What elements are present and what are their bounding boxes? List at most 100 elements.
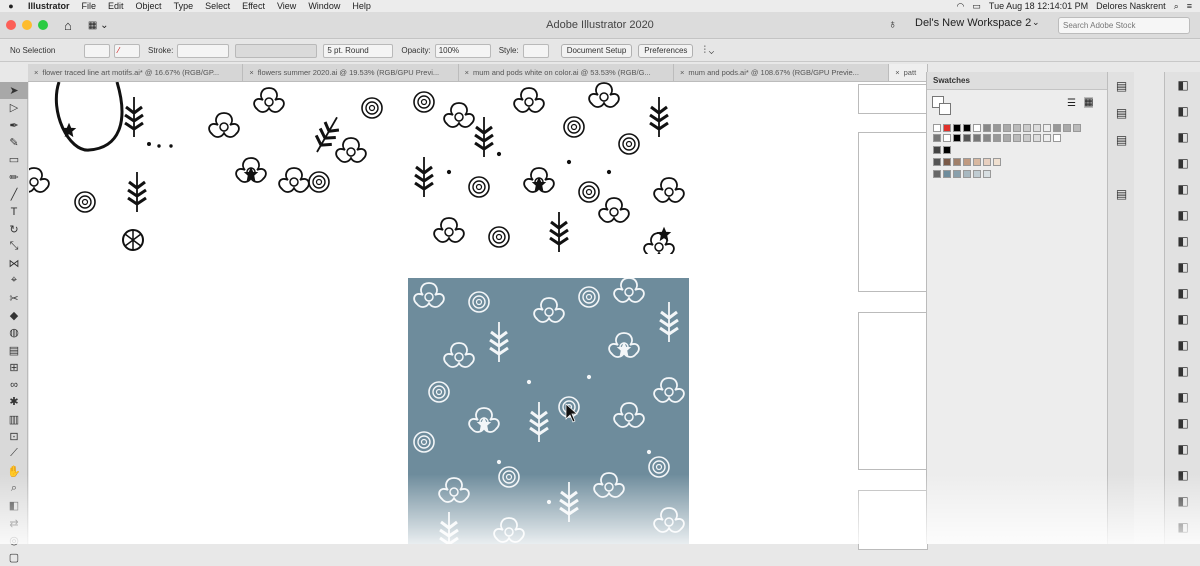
tab-flowers-summer[interactable]: ×flowers summer 2020.ai @ 19.53% (RGB/GP… (243, 64, 458, 81)
color-icon[interactable]: ◧ (1165, 202, 1200, 228)
import-icon[interactable]: ▤ (1108, 99, 1135, 126)
links-icon[interactable]: ◧ (1165, 410, 1200, 436)
swatch[interactable] (993, 134, 1001, 142)
minimize-window-button[interactable] (22, 20, 32, 30)
paragraph-icon[interactable]: ◧ (1165, 358, 1200, 384)
stroke-icon[interactable]: ◧ (1165, 514, 1200, 540)
swatch[interactable] (983, 170, 991, 178)
wifi-icon[interactable]: ◠ (957, 1, 965, 12)
symbols-icon[interactable]: ◧ (1165, 228, 1200, 254)
swatch[interactable] (1013, 124, 1021, 132)
swatch[interactable] (1053, 124, 1061, 132)
tab-mum-pods[interactable]: ×mum and pods.ai* @ 108.67% (RGB/GPU Pre… (674, 64, 889, 81)
paintbrush-tool-icon[interactable]: ╱ (0, 186, 28, 203)
fill-swatch[interactable] (84, 44, 110, 58)
swatch[interactable] (943, 170, 951, 178)
swatch[interactable] (963, 170, 971, 178)
swatch[interactable] (983, 158, 991, 166)
apple-icon[interactable]: ● (0, 1, 22, 11)
swatch[interactable] (973, 170, 981, 178)
swatch[interactable] (963, 158, 971, 166)
mesh-tool-icon[interactable]: ⊞ (0, 359, 28, 376)
screen-mode-icon[interactable]: ▢ (0, 549, 28, 566)
graphic-style-select[interactable] (523, 44, 549, 58)
character-icon[interactable]: ◧ (1165, 306, 1200, 332)
chevron-down-icon[interactable]: ⌄ (1032, 17, 1040, 28)
draw-mode-icon[interactable]: ◎ (0, 532, 28, 549)
swatch[interactable] (983, 134, 991, 142)
blend-tool-icon[interactable]: ∞ (0, 376, 28, 393)
tab-patt[interactable]: ×patt (889, 64, 928, 81)
swap-colors-icon[interactable]: ⇄ (0, 514, 28, 531)
transform-icon[interactable]: ◧ (1165, 384, 1200, 410)
swatch[interactable] (933, 158, 941, 166)
swatches-panel-title[interactable]: Swatches (927, 72, 1107, 90)
swatch[interactable] (1073, 124, 1081, 132)
menu-object[interactable]: Object (130, 1, 168, 11)
swatch-libraries-icon[interactable]: ▤ (1108, 72, 1135, 99)
rotate-tool-icon[interactable]: ↻ (0, 220, 28, 237)
swatch[interactable] (963, 124, 971, 132)
swatch[interactable] (993, 158, 1001, 166)
swatch[interactable] (933, 124, 941, 132)
brushes-icon[interactable]: ◧ (1165, 254, 1200, 280)
swatch[interactable] (953, 124, 961, 132)
layers-icon[interactable]: ▤ (1108, 126, 1135, 153)
pen-tool-icon[interactable]: ✒ (0, 117, 28, 134)
opentype-icon[interactable]: ◧ (1165, 332, 1200, 358)
properties-icon[interactable]: ◧ (1165, 124, 1200, 150)
width-tool-icon[interactable]: ⋈ (0, 255, 28, 272)
swatch[interactable] (933, 146, 941, 154)
tab-flower-traced[interactable]: ×flower traced line art motifs.ai* @ 16.… (28, 64, 243, 81)
close-icon[interactable]: × (249, 68, 253, 77)
swatch[interactable] (933, 134, 941, 142)
swatch[interactable] (1023, 134, 1031, 142)
swatch[interactable] (1013, 134, 1021, 142)
type-tool-icon[interactable]: T (0, 203, 28, 220)
swatch[interactable] (1003, 134, 1011, 142)
clock[interactable]: Tue Aug 18 12:14:01 PM (989, 1, 1088, 11)
menu-effect[interactable]: Effect (236, 1, 271, 11)
align-icon[interactable]: ◧ (1165, 436, 1200, 462)
menu-window[interactable]: Window (302, 1, 346, 11)
selection-tool-icon[interactable]: ➤ (0, 82, 28, 99)
swatch[interactable] (953, 134, 961, 142)
swatch[interactable] (943, 134, 951, 142)
menu-edit[interactable]: Edit (102, 1, 130, 11)
control-center-icon[interactable]: ≡ (1187, 1, 1192, 11)
pathfinder-icon[interactable]: ◧ (1165, 488, 1200, 514)
swatch[interactable] (973, 158, 981, 166)
direct-selection-tool-icon[interactable]: ▷ (0, 99, 28, 116)
fill-stroke-icon[interactable]: ◧ (0, 497, 28, 514)
layers-icon[interactable]: ◧ (1165, 72, 1200, 98)
actions-icon[interactable]: ◧ (1165, 150, 1200, 176)
close-icon[interactable]: × (465, 68, 469, 77)
swatch[interactable] (943, 146, 951, 154)
variable-width-profile[interactable] (235, 44, 317, 58)
swatch[interactable] (1043, 124, 1051, 132)
swatch[interactable] (1053, 134, 1061, 142)
menu-select[interactable]: Select (199, 1, 236, 11)
spotlight-icon[interactable]: ⌕ (1174, 1, 1179, 12)
swatch[interactable] (1033, 134, 1041, 142)
menu-type[interactable]: Type (168, 1, 200, 11)
eraser-tool-icon[interactable]: ◆ (0, 307, 28, 324)
swatch[interactable] (993, 124, 1001, 132)
close-icon[interactable]: × (895, 68, 899, 77)
zoom-tool-icon[interactable]: ⌕ (0, 480, 28, 497)
document-setup-button[interactable]: Document Setup (561, 44, 633, 58)
brush-definition-select[interactable]: 5 pt. Round (323, 44, 393, 58)
artboards-icon[interactable]: ▤ (1108, 180, 1135, 207)
swatch[interactable] (933, 170, 941, 178)
swatch[interactable] (973, 134, 981, 142)
close-icon[interactable]: × (34, 68, 38, 77)
menu-view[interactable]: View (271, 1, 302, 11)
menu-help[interactable]: Help (346, 1, 377, 11)
scale-tool-icon[interactable]: ⤡ (0, 238, 28, 255)
arrange-documents-icon[interactable]: ▦ ⌄ (88, 20, 109, 31)
eyedropper-tool-icon[interactable]: ⌖ (0, 272, 28, 289)
list-view-icon[interactable]: ☰ (1067, 98, 1076, 109)
hand-tool-icon[interactable]: ✋ (0, 463, 28, 480)
symbol-sprayer-tool-icon[interactable]: ✱ (0, 393, 28, 410)
swatch[interactable] (943, 124, 951, 132)
